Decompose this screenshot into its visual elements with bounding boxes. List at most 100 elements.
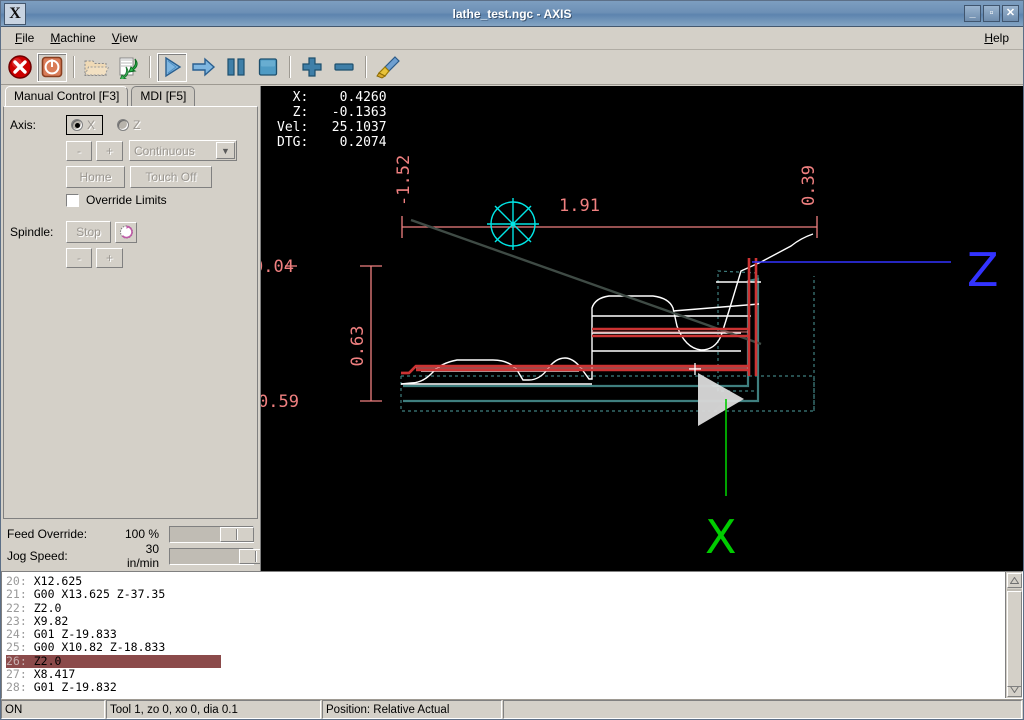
menu-machine[interactable]: Machine [42, 29, 103, 47]
window-buttons: _ ▫ ✕ [964, 5, 1023, 22]
gcode-line-active[interactable]: 26: Z2.0 [6, 655, 221, 668]
gcode-line-text: X8.417 [34, 667, 76, 681]
toolbar-separator [149, 56, 151, 78]
gcode-line[interactable]: 28: G01 Z-19.832 [6, 681, 1005, 694]
dim-width-label: 1.91 [559, 196, 600, 216]
dim-left-extent-label: -1.52 [394, 155, 414, 206]
axis-radio-x[interactable]: X [66, 115, 103, 135]
estop-toggle-button[interactable] [5, 53, 35, 82]
spindle-row: Spindle: Stop [4, 221, 257, 243]
axis-radio-z[interactable]: Z [113, 116, 147, 134]
override-sliders: Feed Override: 100 % Jog Speed: 30 in/mi… [1, 519, 260, 571]
stop-program-button[interactable] [253, 53, 283, 82]
menu-help-label: elp [993, 31, 1009, 45]
spindle-stop-button[interactable]: Stop [66, 221, 111, 243]
close-button[interactable]: ✕ [1002, 5, 1019, 22]
zoom-out-button[interactable] [329, 53, 359, 82]
pause-program-button[interactable] [221, 53, 251, 82]
jog-speed-value: 30 in/min [117, 542, 159, 570]
radio-z-icon [117, 119, 129, 131]
reload-file-button[interactable] [113, 53, 143, 82]
gcode-line-number: 20: [6, 574, 27, 588]
minimize-button[interactable]: _ [964, 5, 981, 22]
status-machine-state: ON [1, 700, 105, 719]
gcode-scroll-thumb[interactable] [1007, 591, 1022, 687]
gcode-line-number: 22: [6, 601, 27, 615]
toolbar-separator [289, 56, 291, 78]
window-title: lathe_test.ngc - AXIS [1, 7, 1023, 21]
z-axis-label: Z [967, 243, 999, 297]
open-file-button[interactable] [81, 53, 111, 82]
chevron-down-icon[interactable]: ▼ [216, 142, 235, 159]
left-control-panel: Manual Control [F3] MDI [F5] Axis: X Z [1, 86, 260, 571]
jog-speed-label: Jog Speed: [7, 549, 117, 563]
gcode-line[interactable]: 24: G01 Z-19.833 [6, 628, 1005, 641]
backplot-view[interactable]: X: 0.4260 Z: -0.1363 Vel: 25.1037 DTG: 0… [260, 86, 1023, 571]
feed-override-slider[interactable] [169, 526, 254, 543]
gcode-line[interactable]: 21: G00 X13.625 Z-37.35 [6, 588, 1005, 601]
axis-main-window: X lathe_test.ngc - AXIS _ ▫ ✕ File Machi… [0, 0, 1024, 720]
dimension-labels: 1.91 -1.52 0.39 -0.04 0.63 0.59 [261, 155, 819, 412]
jog-speed-slider[interactable] [169, 548, 254, 565]
clear-plot-button[interactable] [373, 53, 403, 82]
jog-increment-select[interactable]: Continuous ▼ [129, 140, 237, 161]
menu-file[interactable]: File [7, 29, 42, 47]
gcode-line[interactable]: 25: G00 X10.82 Z-18.833 [6, 641, 1005, 654]
touch-off-button[interactable]: Touch Off [130, 166, 212, 188]
axis-x-label: X [87, 118, 95, 132]
spindle-plus-button[interactable]: + [96, 248, 123, 268]
gcode-line-number: 28: [6, 680, 27, 694]
override-limits-checkbox[interactable] [66, 194, 79, 207]
spindle-label: Spindle: [10, 225, 66, 239]
gcode-line-number: 23: [6, 614, 27, 628]
broom-icon [375, 55, 401, 79]
radio-x-icon [71, 119, 83, 131]
toolpath-feed-moves [401, 234, 813, 384]
menu-view-label: iew [120, 31, 138, 45]
toolpath-rapid-moves [401, 258, 756, 376]
tool-marker-center [511, 222, 515, 226]
open-folder-icon [83, 55, 109, 79]
menu-view[interactable]: View [104, 29, 146, 47]
gcode-line-text: Z2.0 [34, 654, 62, 668]
jog-minus-button[interactable]: - [66, 141, 92, 161]
gcode-line[interactable]: 27: X8.417 [6, 668, 1005, 681]
gcode-line-text: G00 X13.625 Z-37.35 [34, 587, 166, 601]
spindle-direction-button[interactable] [115, 222, 137, 243]
step-arrow-icon [191, 55, 217, 79]
zoom-in-button[interactable] [297, 53, 327, 82]
feed-override-thumb[interactable] [220, 527, 254, 542]
tab-mdi[interactable]: MDI [F5] [131, 86, 195, 106]
gcode-line[interactable]: 20: X12.625 [6, 575, 1005, 588]
reload-icon [115, 55, 141, 79]
menu-file-label: ile [22, 31, 34, 45]
gcode-text[interactable]: 20: X12.625 21: G00 X13.625 Z-37.35 22: … [2, 572, 1005, 698]
spindle-minus-button[interactable]: - [66, 248, 92, 268]
gcode-line[interactable]: 23: X9.82 [6, 615, 1005, 628]
home-touchoff-row: Home Touch Off [4, 166, 257, 188]
tab-manual-control[interactable]: Manual Control [F3] [5, 86, 128, 106]
dim-bottom-extent-label: 0.59 [261, 392, 299, 412]
minus-icon [333, 56, 355, 78]
run-program-button[interactable] [157, 53, 187, 82]
jog-row: - + Continuous ▼ [4, 140, 257, 161]
override-limits-row: Override Limits [4, 193, 257, 207]
gcode-line-text: G01 Z-19.833 [34, 627, 117, 641]
status-extra [503, 700, 1022, 719]
gcode-scroll-track[interactable] [1007, 589, 1022, 681]
tab-strip: Manual Control [F3] MDI [F5] [1, 86, 260, 106]
pause-icon [225, 56, 247, 78]
toolbar-separator [365, 56, 367, 78]
window-menu-icon[interactable]: X [4, 3, 26, 25]
power-icon [40, 55, 64, 79]
machine-power-button[interactable] [37, 53, 67, 82]
maximize-button[interactable]: ▫ [983, 5, 1000, 22]
step-program-button[interactable] [189, 53, 219, 82]
menu-help[interactable]: Help [976, 29, 1017, 47]
home-button[interactable]: Home [66, 166, 125, 188]
gcode-line[interactable]: 22: Z2.0 [6, 602, 1005, 615]
scroll-up-button[interactable] [1007, 573, 1022, 588]
gcode-listing-panel[interactable]: 20: X12.625 21: G00 X13.625 Z-37.35 22: … [1, 571, 1023, 699]
jog-plus-button[interactable]: + [96, 141, 123, 161]
gcode-scrollbar[interactable] [1005, 572, 1022, 698]
